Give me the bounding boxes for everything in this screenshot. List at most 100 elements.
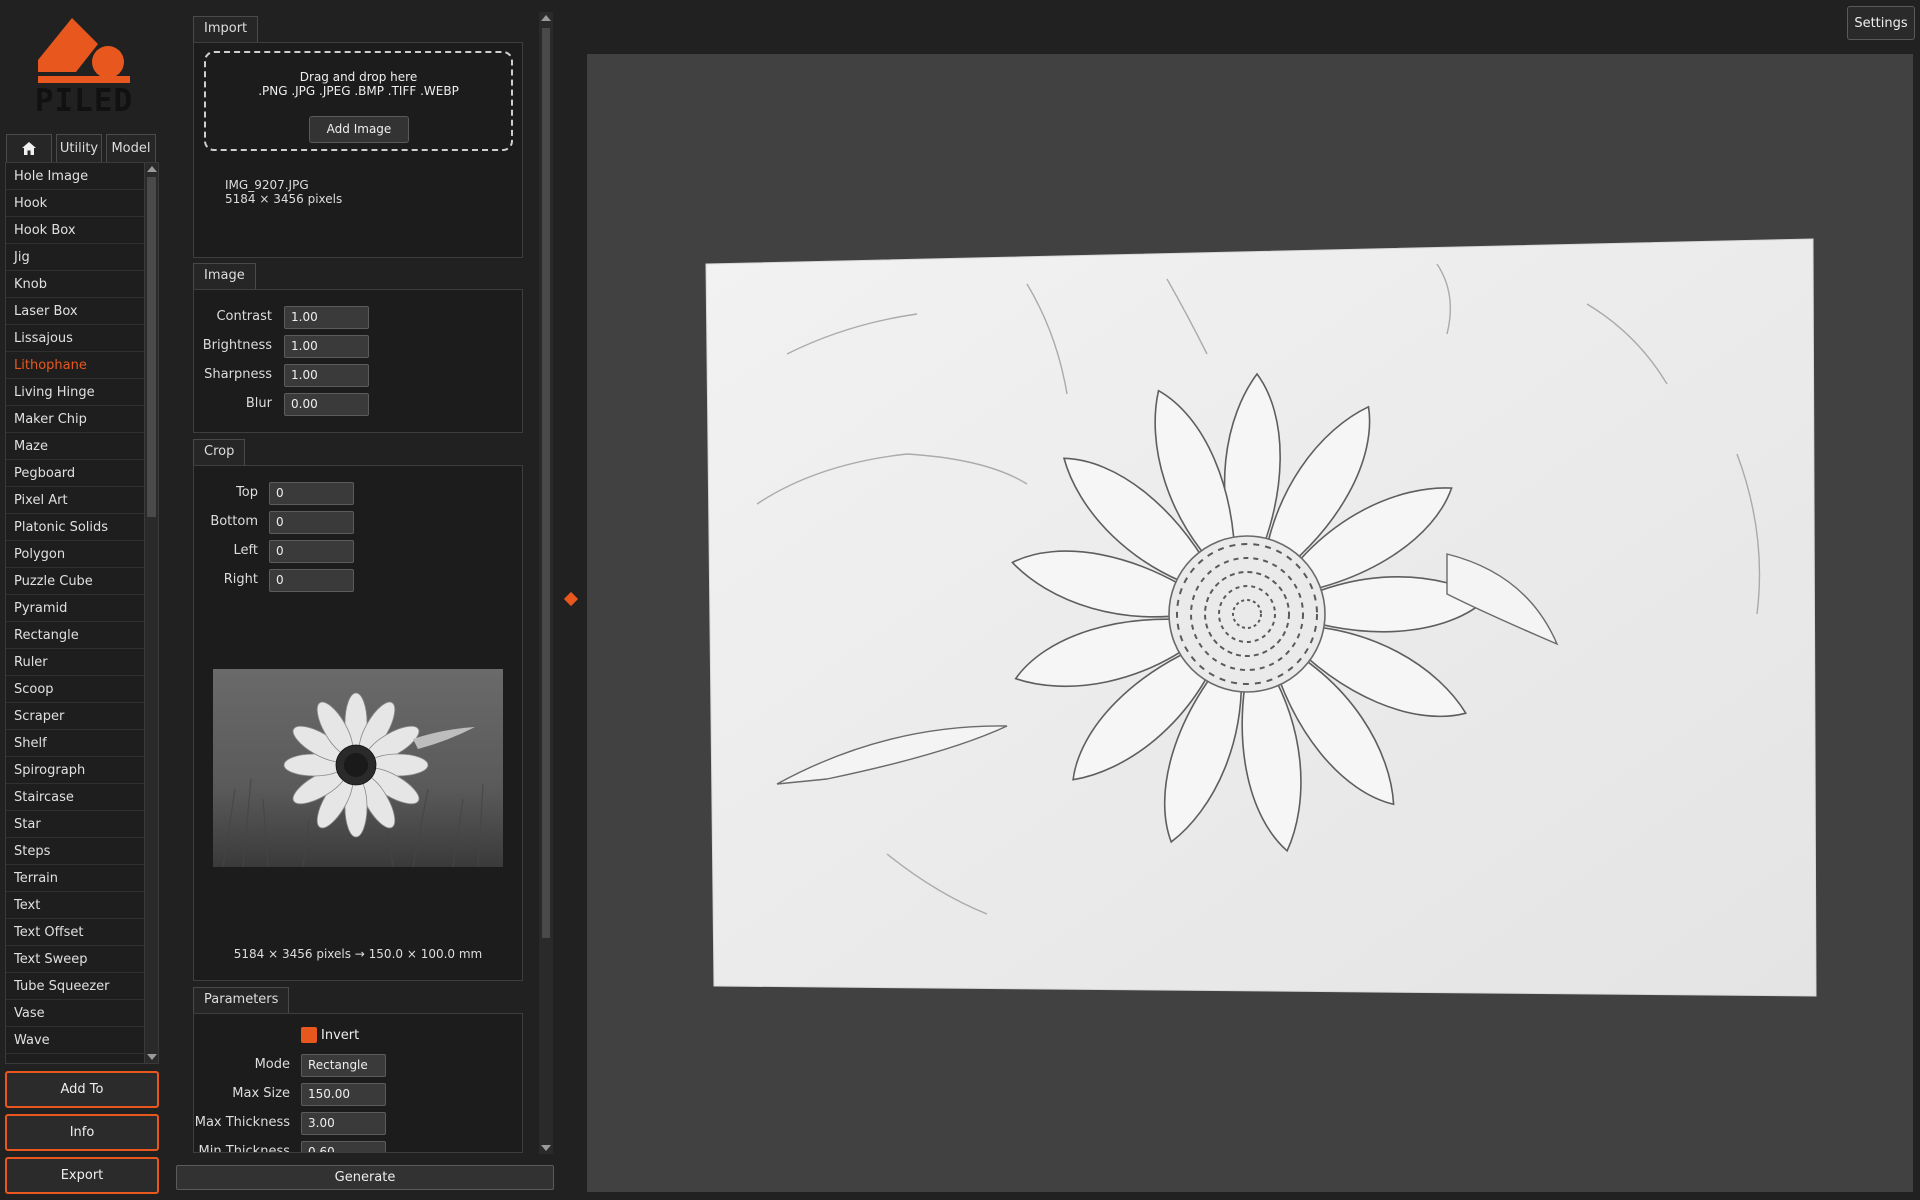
crop-section: Top 0 Bottom 0 Left 0 Right 0 5184 × 345…: [193, 465, 523, 981]
tab-home[interactable]: [6, 134, 52, 162]
contrast-input[interactable]: 1.00: [284, 306, 369, 329]
min-thickness-label: Min Thickness: [198, 1144, 290, 1153]
brightness-label: Brightness: [202, 338, 272, 353]
model-list-item[interactable]: Scraper: [6, 703, 144, 730]
dropzone-title: Drag and drop here: [299, 70, 418, 84]
crop-top-input[interactable]: 0: [269, 482, 354, 505]
logo-icon: [38, 18, 130, 83]
tab-model[interactable]: Model: [106, 134, 156, 162]
crop-preview-thumbnail[interactable]: [213, 669, 503, 867]
model-list-scrollbar[interactable]: [144, 163, 158, 1063]
max-size-label: Max Size: [232, 1086, 290, 1101]
dropzone-formats: .PNG .JPG .JPEG .BMP .TIFF .WEBP: [258, 84, 459, 98]
model-list-item[interactable]: Pixel Art: [6, 487, 144, 514]
model-list-item[interactable]: Jig: [6, 244, 144, 271]
model-list-item[interactable]: Lissajous: [6, 325, 144, 352]
tab-crop[interactable]: Crop: [193, 439, 246, 465]
crop-left-label: Left: [233, 543, 258, 558]
model-list-item[interactable]: Maze: [6, 433, 144, 460]
model-list-item[interactable]: Knob: [6, 271, 144, 298]
model-list-item[interactable]: Wave: [6, 1027, 144, 1054]
min-thickness-input[interactable]: 0.60: [301, 1141, 386, 1152]
panel-splitter-handle-icon[interactable]: [563, 591, 579, 607]
3d-preview-viewport[interactable]: [587, 54, 1913, 1192]
brightness-input[interactable]: 1.00: [284, 335, 369, 358]
model-list-item[interactable]: Puzzle Cube: [6, 568, 144, 595]
model-list-item[interactable]: Hook Box: [6, 217, 144, 244]
tab-utility[interactable]: Utility: [56, 134, 102, 162]
mode-select[interactable]: Rectangle: [301, 1054, 386, 1077]
model-list-item[interactable]: Hook: [6, 190, 144, 217]
model-list-item[interactable]: Platonic Solids: [6, 514, 144, 541]
model-list-item[interactable]: Text Sweep: [6, 946, 144, 973]
model-list-item[interactable]: Text Offset: [6, 919, 144, 946]
model-list-scroll-thumb[interactable]: [147, 177, 156, 517]
model-list-item[interactable]: Scoop: [6, 676, 144, 703]
model-list-item[interactable]: Text: [6, 892, 144, 919]
model-list-item[interactable]: Steps: [6, 838, 144, 865]
image-section: Contrast 1.00 Brightness 1.00 Sharpness …: [193, 289, 523, 433]
invert-checkbox[interactable]: [301, 1027, 317, 1043]
crop-result-dimensions: 5184 × 3456 pixels → 150.0 × 100.0 mm: [233, 947, 483, 961]
tab-parameters[interactable]: Parameters: [193, 987, 290, 1013]
crop-bottom-label: Bottom: [210, 514, 258, 529]
model-list-item[interactable]: Shelf: [6, 730, 144, 757]
model-list-item[interactable]: Rectangle: [6, 622, 144, 649]
model-list-item[interactable]: Spirograph: [6, 757, 144, 784]
settings-button[interactable]: Settings: [1847, 6, 1915, 40]
blur-input[interactable]: 0.00: [284, 393, 369, 416]
file-dimensions: 5184 × 3456 pixels: [225, 192, 343, 206]
crop-top-label: Top: [236, 485, 258, 500]
crop-right-label: Right: [223, 572, 258, 587]
blur-label: Blur: [245, 396, 272, 411]
invert-label: Invert: [321, 1028, 360, 1043]
model-list-item[interactable]: Laser Box: [6, 298, 144, 325]
model-list: Hole Image Hook Hook Box Jig Knob Laser Box Li…: [5, 162, 159, 1064]
crop-bottom-input[interactable]: 0: [269, 511, 354, 534]
mode-label: Mode: [254, 1057, 290, 1072]
logo-text: PILED: [34, 83, 134, 119]
tab-import[interactable]: Import: [193, 16, 259, 42]
panel-scroll-down-icon[interactable]: [541, 1145, 551, 1151]
max-thickness-label: Max Thickness: [194, 1115, 290, 1130]
add-image-button[interactable]: Add Image: [309, 116, 409, 143]
lithophane-preview-render: [705, 238, 1817, 997]
export-button[interactable]: Export: [5, 1157, 159, 1194]
sharpness-input[interactable]: 1.00: [284, 364, 369, 387]
model-list-item[interactable]: Hole Image: [6, 163, 144, 190]
import-section: Drag and drop here .PNG .JPG .JPEG .BMP …: [193, 42, 523, 258]
sunflower-thumbnail-image: [213, 669, 503, 867]
file-name: IMG_9207.JPG: [225, 178, 309, 192]
model-list-item[interactable]: Vase: [6, 1000, 144, 1027]
max-size-input[interactable]: 150.00: [301, 1083, 386, 1106]
model-list-item[interactable]: Staircase: [6, 784, 144, 811]
model-list-item[interactable]: Ruler: [6, 649, 144, 676]
panel-scrollbar[interactable]: [539, 12, 553, 1154]
scroll-up-icon[interactable]: [147, 166, 157, 172]
max-thickness-input[interactable]: 3.00: [301, 1112, 386, 1135]
contrast-label: Contrast: [216, 309, 272, 324]
model-list-item[interactable]: Star: [6, 811, 144, 838]
model-list-item[interactable]: Maker Chip: [6, 406, 144, 433]
sharpness-label: Sharpness: [204, 367, 272, 382]
model-list-item[interactable]: Lithophane: [6, 352, 144, 379]
panel-scroll-thumb[interactable]: [542, 28, 550, 938]
image-dropzone[interactable]: Drag and drop here .PNG .JPG .JPEG .BMP …: [204, 51, 513, 151]
parameters-section: Invert Mode Rectangle Max Size 150.00 Ma…: [193, 1013, 523, 1153]
scroll-down-icon[interactable]: [147, 1054, 157, 1060]
tab-image[interactable]: Image: [193, 263, 256, 289]
model-list-item[interactable]: Pegboard: [6, 460, 144, 487]
generate-button[interactable]: Generate: [176, 1165, 554, 1190]
piled-logo: PILED: [34, 14, 134, 122]
crop-right-input[interactable]: 0: [269, 569, 354, 592]
info-button[interactable]: Info: [5, 1114, 159, 1151]
model-list-item[interactable]: Tube Squeezer: [6, 973, 144, 1000]
home-icon: [22, 142, 36, 155]
panel-scroll-up-icon[interactable]: [541, 15, 551, 21]
add-to-button[interactable]: Add To: [5, 1071, 159, 1108]
model-list-item[interactable]: Polygon: [6, 541, 144, 568]
model-list-item[interactable]: Pyramid: [6, 595, 144, 622]
model-list-item[interactable]: Terrain: [6, 865, 144, 892]
crop-left-input[interactable]: 0: [269, 540, 354, 563]
model-list-item[interactable]: Living Hinge: [6, 379, 144, 406]
